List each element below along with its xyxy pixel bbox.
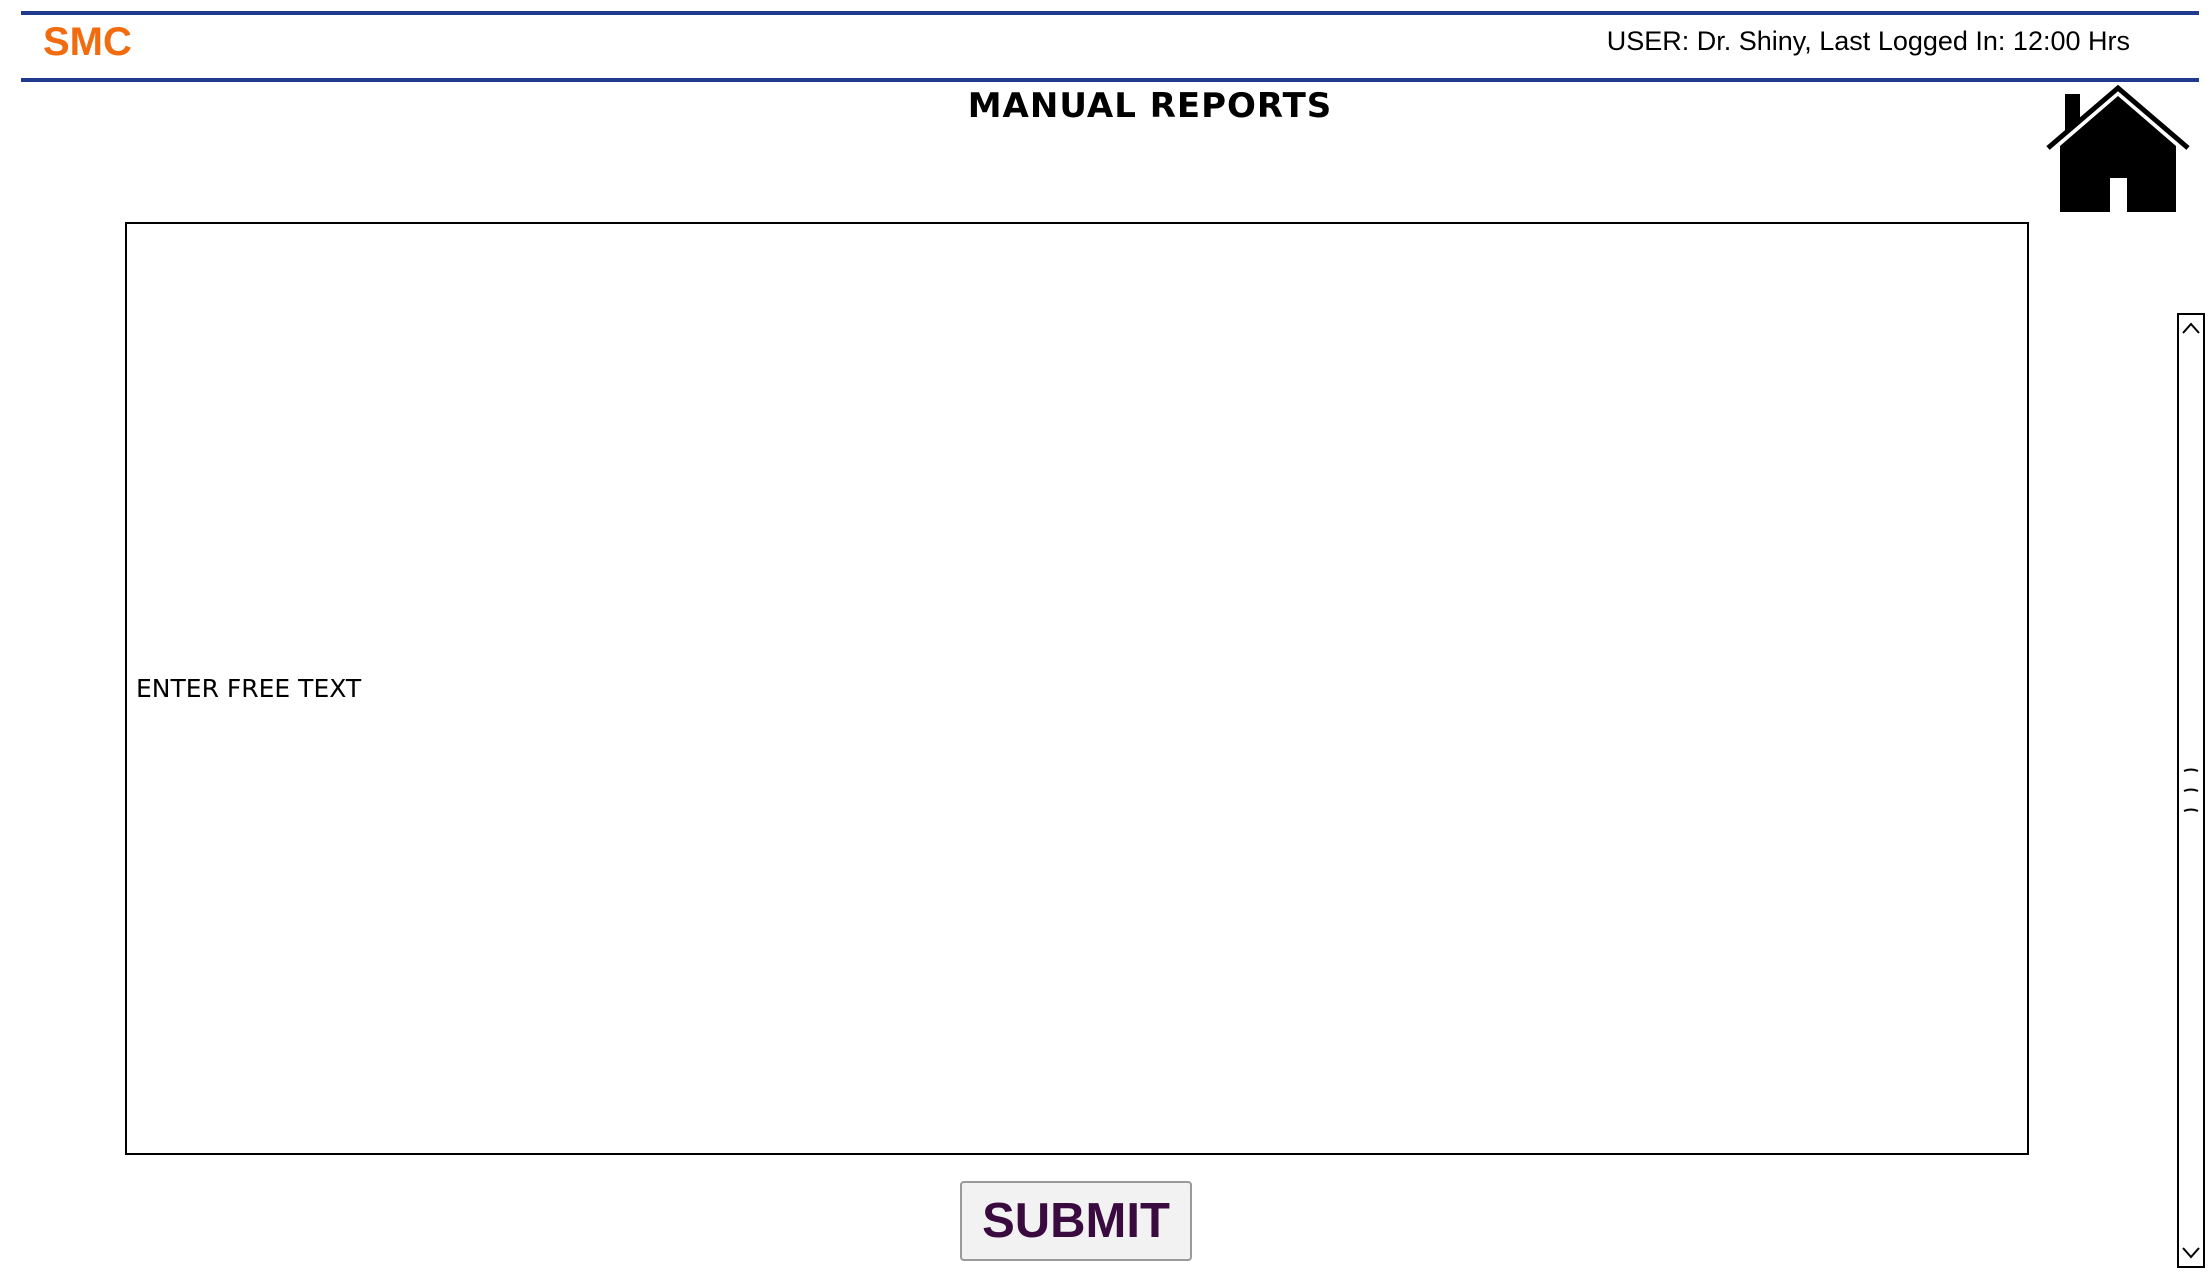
vertical-scrollbar[interactable] bbox=[2177, 313, 2205, 1268]
page-title: MANUAL REPORTS bbox=[967, 86, 1333, 126]
header-top-rule bbox=[21, 11, 2199, 15]
chevron-up-icon bbox=[2179, 317, 2203, 341]
chevron-down-icon bbox=[2179, 1240, 2203, 1264]
user-session-info: USER: Dr. Shiny, Last Logged In: 12:00 H… bbox=[1606, 26, 2130, 56]
scroll-down-button[interactable] bbox=[2179, 1240, 2203, 1264]
free-text-area[interactable]: ENTER FREE TEXT bbox=[125, 222, 2029, 1155]
scroll-thumb[interactable] bbox=[2183, 767, 2199, 817]
free-text-placeholder: ENTER FREE TEXT bbox=[136, 674, 362, 703]
header-bottom-rule bbox=[21, 78, 2199, 82]
home-button[interactable] bbox=[2045, 84, 2191, 214]
scroll-up-button[interactable] bbox=[2179, 317, 2203, 341]
brand-logo: SMC bbox=[43, 20, 132, 64]
submit-button[interactable]: SUBMIT bbox=[960, 1181, 1192, 1261]
home-icon bbox=[2045, 84, 2191, 214]
manual-reports-page: SMC USER: Dr. Shiny, Last Logged In: 12:… bbox=[0, 0, 2212, 1272]
